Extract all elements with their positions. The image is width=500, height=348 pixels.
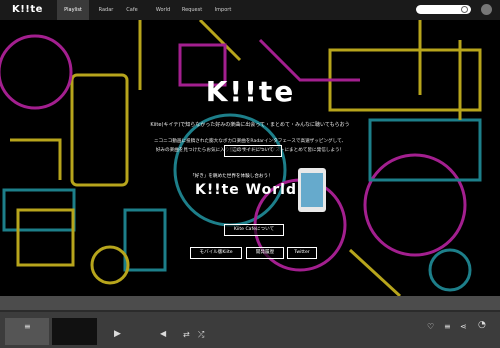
hero-banner: K!!te Kiite(キイテ)で知らなかった好みの楽曲に出会って・まとめて・み… bbox=[0, 20, 500, 296]
queue-thumbnail[interactable]: ≡ bbox=[5, 318, 49, 345]
playlist-add-icon[interactable]: ≡ bbox=[444, 322, 451, 331]
world-title: K!!te World bbox=[195, 182, 297, 198]
about-button[interactable]: このサイトについて bbox=[224, 145, 282, 157]
mobile-button[interactable]: モバイル版Kiite bbox=[190, 247, 242, 259]
site-logo[interactable]: K!!te bbox=[12, 4, 43, 15]
nav-item-world[interactable]: World bbox=[147, 0, 179, 20]
shuffle-icon[interactable]: ⤮ bbox=[198, 330, 204, 340]
track-artwork[interactable] bbox=[52, 318, 97, 345]
search-icon bbox=[461, 6, 468, 13]
queue-icon[interactable]: ≡ bbox=[24, 322, 31, 331]
repeat-icon[interactable]: ⇄ bbox=[183, 330, 190, 339]
phone-screen bbox=[301, 173, 323, 207]
share-icon[interactable]: ⋖ bbox=[460, 322, 467, 331]
top-navbar: K!!te Playlist Radar Cafe World Request … bbox=[0, 0, 500, 20]
twitter-button[interactable]: Twitter bbox=[287, 247, 317, 259]
world-subtitle: 「好き」を眺めた世界を体験し合おう！ bbox=[190, 174, 273, 179]
open-icon[interactable]: ◔ bbox=[478, 320, 486, 330]
nav-item-playlist[interactable]: Playlist bbox=[57, 0, 89, 20]
cafe-button[interactable]: Kiite Cafeについて bbox=[224, 224, 284, 236]
search-input[interactable] bbox=[416, 5, 471, 14]
world-promo-banner[interactable]: 「好き」を眺めた世界を体験し合おう！ K!!te World bbox=[165, 163, 345, 215]
play-icon[interactable]: ▶ bbox=[114, 329, 121, 339]
phone-illustration bbox=[298, 168, 326, 212]
history-button[interactable]: 開発履歴 bbox=[246, 247, 284, 259]
nav-item-import[interactable]: Import bbox=[207, 0, 239, 20]
volume-icon[interactable]: ◀ bbox=[160, 329, 166, 338]
hero-tagline: Kiite(キイテ)で知らなかった好みの楽曲に出会って・まとめて・みんなに聴いて… bbox=[150, 122, 350, 128]
avatar[interactable] bbox=[481, 4, 492, 15]
heart-icon[interactable]: ♡ bbox=[427, 322, 434, 331]
hero-logo: K!!te bbox=[205, 75, 296, 108]
nav-item-request[interactable]: Request bbox=[176, 0, 208, 20]
nav-item-cafe[interactable]: Cafe bbox=[116, 0, 148, 20]
